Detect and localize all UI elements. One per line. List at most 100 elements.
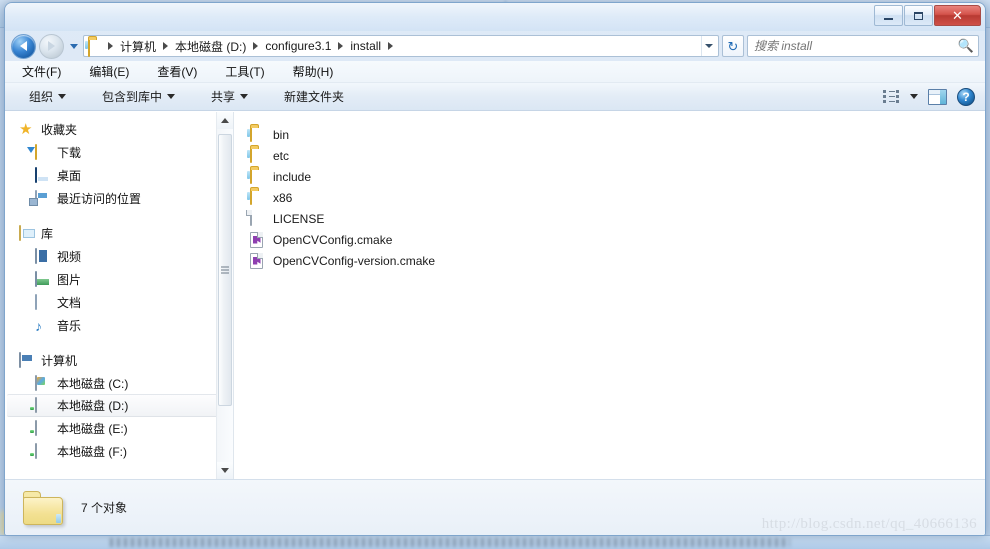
preview-pane-icon[interactable] (928, 88, 947, 105)
breadcrumb-separator[interactable] (108, 42, 113, 50)
star-icon: ★ (19, 120, 33, 138)
chevron-down-icon (167, 94, 176, 99)
include-in-library-button[interactable]: 包含到库中 (98, 86, 179, 107)
list-item[interactable]: LICENSE (248, 208, 332, 229)
sidebar-label: 收藏夹 (41, 123, 78, 137)
history-dropdown-button[interactable] (67, 34, 80, 59)
pictures-icon (35, 270, 51, 288)
share-button[interactable]: 共享 (207, 86, 252, 107)
list-item[interactable]: etc (248, 145, 297, 166)
chevron-down-icon (58, 94, 67, 99)
file-name: x86 (273, 190, 293, 205)
sidebar-item-drive-d[interactable]: 本地磁盘 (D:) (7, 394, 231, 417)
sidebar-label: 下载 (57, 146, 82, 160)
folder-icon (250, 167, 267, 185)
chevron-down-icon (705, 44, 713, 48)
cmake-file-icon (250, 252, 267, 269)
chevron-down-icon (69, 43, 78, 49)
breadcrumb-item-computer[interactable]: 计算机 (116, 37, 160, 56)
list-item[interactable]: OpenCVConfig-version.cmake (248, 250, 443, 271)
menu-edit[interactable]: 编辑(E) (86, 62, 132, 81)
sidebar-label: 图片 (57, 273, 82, 287)
new-folder-button[interactable]: 新建文件夹 (280, 86, 348, 107)
sidebar-label: 桌面 (57, 169, 82, 183)
menu-tools[interactable]: 工具(T) (222, 62, 267, 81)
scroll-thumb[interactable] (218, 134, 232, 406)
sidebar-item-music[interactable]: ♪ 音乐 (5, 314, 233, 337)
sidebar-item-drive-e[interactable]: 本地磁盘 (E:) (5, 417, 233, 440)
folder-icon (250, 146, 267, 164)
forward-button[interactable] (39, 33, 64, 59)
toolbar: 组织 包含到库中 共享 新建文件夹 ? (5, 83, 985, 111)
back-button[interactable] (11, 33, 36, 59)
arrow-right-icon (48, 41, 55, 51)
toolbar-right-group: ? (883, 87, 979, 106)
close-button[interactable]: ✕ (934, 5, 981, 26)
menu-view[interactable]: 查看(V) (154, 62, 200, 81)
breadcrumb-item-configure31[interactable]: configure3.1 (261, 38, 335, 54)
computer-icon (19, 351, 35, 369)
list-item[interactable]: include (248, 166, 319, 187)
main-content: ★ 收藏夹 下载 桌面 最近访问的位置 库 视频 图片 文档 ♪ 音乐 计算机 … (5, 111, 985, 479)
sidebar-item-drive-c[interactable]: 本地磁盘 (C:) (5, 372, 233, 395)
sidebar-label: 库 (41, 227, 54, 241)
breadcrumb[interactable]: 计算机 本地磁盘 (D:) configure3.1 install (83, 35, 719, 57)
watermark-text: http://blog.csdn.net/qq_40666136 (761, 516, 977, 532)
sidebar-label: 本地磁盘 (E:) (57, 422, 128, 436)
background-taskbar (0, 535, 990, 549)
scroll-up-icon[interactable] (217, 112, 233, 129)
sidebar-group-libraries[interactable]: 库 (5, 222, 233, 245)
recent-places-icon (35, 189, 51, 207)
breadcrumb-separator[interactable] (163, 42, 169, 50)
system-drive-icon (35, 374, 51, 392)
view-mode-icon[interactable] (883, 89, 900, 104)
explorer-window: ✕ 计算机 本地磁盘 (D:) configure3.1 install ↻ 搜… (4, 2, 986, 536)
file-name: etc (273, 148, 290, 163)
address-dropdown-button[interactable] (701, 36, 716, 56)
sidebar-item-documents[interactable]: 文档 (5, 291, 233, 314)
breadcrumb-item-drive-d[interactable]: 本地磁盘 (D:) (171, 37, 250, 56)
sidebar-item-desktop[interactable]: 桌面 (5, 164, 233, 187)
list-item[interactable]: x86 (248, 187, 300, 208)
breadcrumb-separator[interactable] (253, 42, 259, 50)
folder-icon (250, 188, 267, 206)
maximize-button[interactable] (904, 5, 933, 26)
sidebar-item-recent-places[interactable]: 最近访问的位置 (5, 187, 233, 210)
share-label: 共享 (211, 90, 236, 104)
search-icon: 🔍 (957, 38, 974, 53)
sidebar-group-computer[interactable]: 计算机 (5, 349, 233, 372)
help-icon[interactable]: ? (957, 87, 975, 106)
folder-icon (250, 125, 267, 143)
scroll-grip-icon (221, 265, 229, 276)
documents-icon (35, 293, 51, 311)
breadcrumb-separator[interactable] (338, 42, 344, 50)
sidebar-label: 视频 (57, 250, 82, 264)
search-box[interactable]: 🔍 (747, 35, 979, 57)
sidebar-item-videos[interactable]: 视频 (5, 245, 233, 268)
menu-help[interactable]: 帮助(H) (290, 62, 337, 81)
sidebar-group-favorites[interactable]: ★ 收藏夹 (5, 118, 233, 141)
file-icon (250, 209, 267, 227)
sidebar-item-pictures[interactable]: 图片 (5, 268, 233, 291)
sidebar-label: 音乐 (57, 319, 82, 333)
menu-file[interactable]: 文件(F) (19, 62, 64, 81)
navigation-pane-scrollbar[interactable] (216, 112, 233, 479)
address-bar: 计算机 本地磁盘 (D:) configure3.1 install ↻ 🔍 (5, 31, 985, 61)
view-mode-chevron-down-icon[interactable] (910, 94, 918, 99)
sidebar-label: 最近访问的位置 (57, 192, 142, 206)
scroll-down-icon[interactable] (217, 462, 233, 479)
breadcrumb-item-install[interactable]: install (346, 38, 385, 54)
search-input[interactable] (754, 39, 958, 53)
sidebar-label: 本地磁盘 (D:) (57, 399, 129, 413)
cmake-file-icon (250, 231, 267, 248)
minimize-button[interactable] (874, 5, 903, 26)
sidebar-item-downloads[interactable]: 下载 (5, 141, 233, 164)
breadcrumb-separator[interactable] (388, 42, 394, 50)
refresh-button[interactable]: ↻ (722, 35, 744, 57)
list-item[interactable]: OpenCVConfig.cmake (248, 229, 400, 250)
list-item[interactable]: bin (248, 124, 297, 145)
organize-button[interactable]: 组织 (25, 86, 70, 107)
sidebar-item-drive-f[interactable]: 本地磁盘 (F:) (5, 440, 233, 463)
